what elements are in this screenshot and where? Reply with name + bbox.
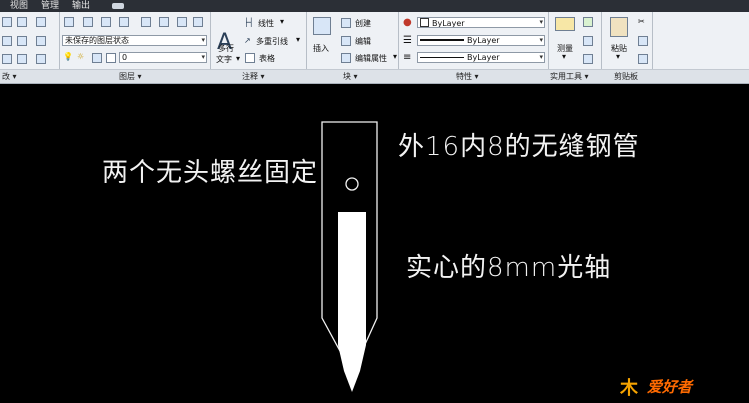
watermark-logo: 木 爱好者 — [620, 374, 740, 399]
label-shaft: 实心的8mm光轴 — [406, 253, 612, 283]
watermark-text: 爱好者 — [647, 378, 693, 396]
cad-drawing — [321, 121, 378, 392]
label-screws: 两个无头螺丝固定 — [102, 158, 319, 188]
label-tube: 外16内8的无缝钢管 — [398, 132, 640, 162]
screw-hole — [345, 177, 359, 191]
logo-mark-icon: 木 — [620, 378, 638, 399]
solid-shaft — [338, 212, 366, 392]
